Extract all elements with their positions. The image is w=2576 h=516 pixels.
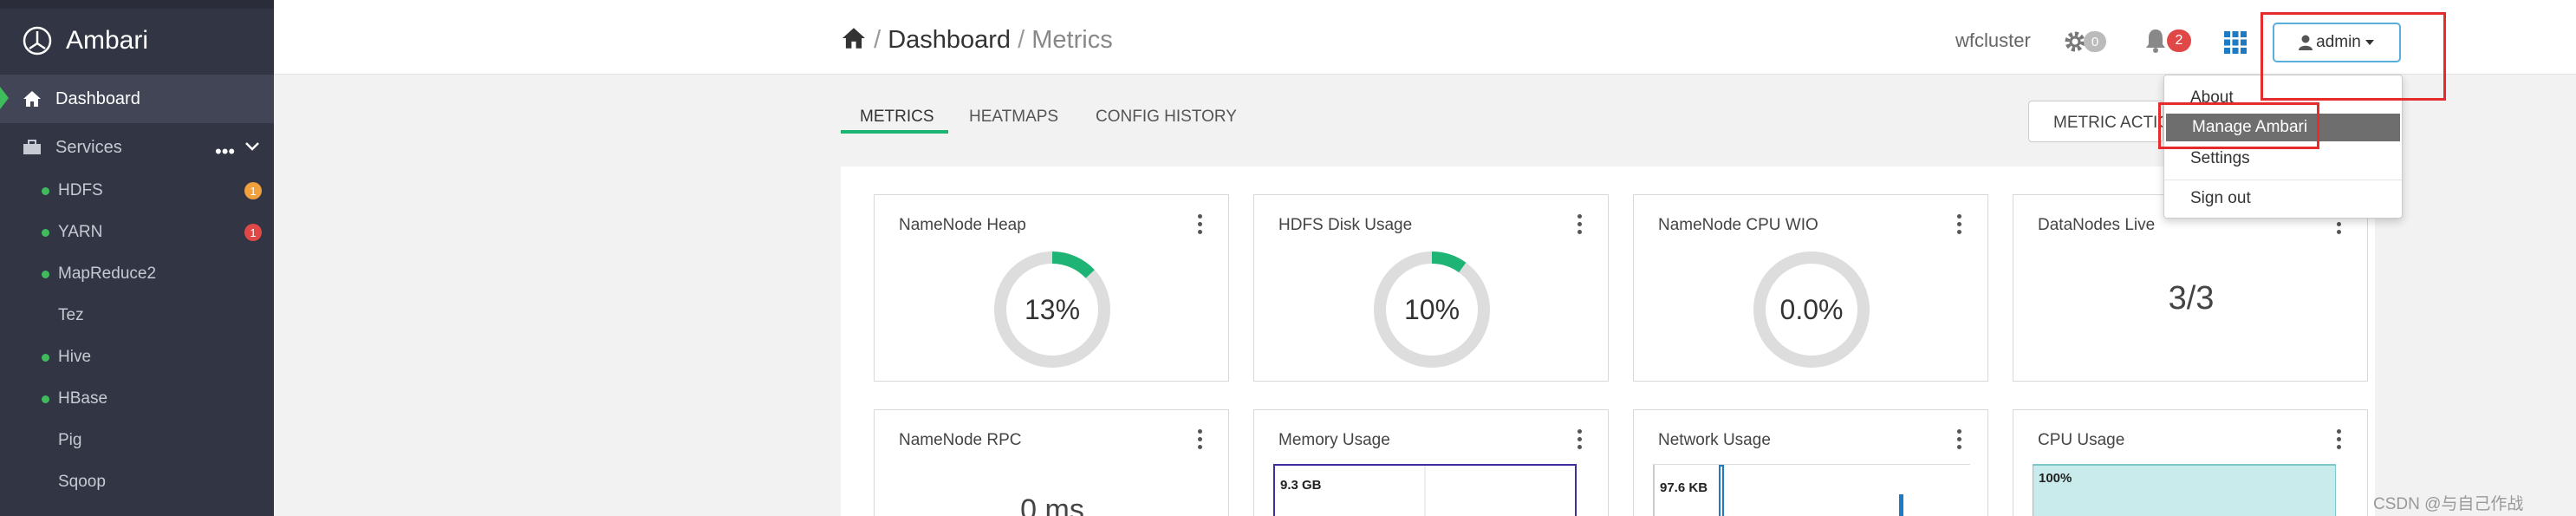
more-vertical-icon[interactable] [1577,429,1582,449]
memory-chart: 9.3 GB [1273,464,1577,516]
widget-title: NameNode RPC [899,431,1022,449]
service-name: Pig [58,431,82,449]
metric-actions-button[interactable]: METRIC ACTIO [2028,101,2163,142]
service-name: Tez [58,306,84,324]
ambari-logo-icon [23,26,52,56]
service-name: HBase [58,389,108,408]
widget-namenode-rpc[interactable]: NameNode RPC 0 ms [874,409,1229,516]
sidebar-service-item[interactable]: Sqoop [0,461,274,503]
status-dot-icon [42,270,49,278]
more-vertical-icon[interactable] [2337,429,2341,449]
widget-datanodes-live[interactable]: DataNodes Live 3/3 [2013,194,2368,382]
more-vertical-icon[interactable] [1957,214,1961,234]
widget-namenode-heap[interactable]: NameNode Heap 13% [874,194,1229,382]
watermark: CSDN @与自己作战 [2373,495,2524,513]
brand[interactable]: Ambari [23,26,148,56]
status-dot-icon [42,186,49,195]
widget-hdfs-disk-usage[interactable]: HDFS Disk Usage 10% [1253,194,1609,382]
more-vertical-icon[interactable] [1577,214,1582,234]
widget-title: NameNode Heap [899,216,1026,234]
brand-name: Ambari [66,26,149,55]
active-tab-underline [841,130,948,134]
alert-count-badge: 1 [244,224,262,241]
alert-count-badge: 1 [244,182,262,199]
service-name: MapReduce2 [58,265,157,283]
widget-value: 0 ms [1020,493,1084,516]
widget-title: Memory Usage [1278,431,1390,449]
widget-title: NameNode CPU WIO [1658,216,1818,234]
sidebar-service-item[interactable]: Tez [0,295,274,336]
sidebar-service-item[interactable]: Hive [0,336,274,378]
sidebar-service-item[interactable]: MapReduce2 [0,253,274,295]
breadcrumb-current: Metrics [1031,26,1113,54]
sidebar-item-label: Services [55,137,122,157]
tab-heatmaps[interactable]: HEATMAPS [969,108,1058,127]
widget-memory-usage[interactable]: Memory Usage 9.3 GB [1253,409,1609,516]
gauge-value: 13% [1024,294,1081,325]
more-vertical-icon[interactable] [1198,429,1202,449]
widget-value: 3/3 [2168,280,2215,317]
bell-icon[interactable] [2144,28,2167,58]
chart-bar [1899,494,1903,516]
gauge-value: 10% [1403,294,1460,325]
service-name: HDFS [58,181,103,199]
widget-title: CPU Usage [2038,431,2125,449]
ops-count-badge: 0 [2084,31,2106,52]
sidebar-service-item[interactable]: Pig [0,420,274,461]
breadcrumb-dashboard[interactable]: Dashboard [888,26,1011,54]
breadcrumb: / Dashboard / Metrics [841,26,1113,55]
cpu-chart: 100% [2033,464,2336,516]
more-vertical-icon[interactable] [1957,429,1961,449]
widget-network-usage[interactable]: Network Usage 97.6 KB [1633,409,1988,516]
widget-namenode-cpu-wio[interactable]: NameNode CPU WIO 0.0% [1633,194,1988,382]
widget-cpu-usage[interactable]: CPU Usage 100% [2013,409,2368,516]
service-name: Sqoop [58,473,106,491]
status-dot-icon [42,228,49,237]
widget-title: Network Usage [1658,431,1771,449]
annotation-box [2158,102,2319,149]
sidebar-item-services[interactable]: Services ••• [0,123,274,172]
annotation-box [2261,12,2446,101]
sidebar-service-item[interactable]: YARN 1 [0,212,274,253]
grid-icon[interactable] [2224,31,2247,58]
chart-axis-label: 9.3 GB [1280,478,1322,493]
more-icon[interactable]: ••• [215,142,235,161]
tab-config-history[interactable]: CONFIG HISTORY [1096,108,1237,127]
more-vertical-icon[interactable] [1198,214,1202,234]
briefcase-icon [23,140,42,155]
status-dot-icon [42,353,49,362]
alerts-count-badge: 2 [2167,29,2191,52]
widget-title: HDFS Disk Usage [1278,216,1413,234]
chart-axis-label: 100% [2039,471,2072,486]
sidebar-item-label: Dashboard [55,88,140,108]
chart-bar [1719,465,1724,516]
home-icon[interactable] [841,26,867,54]
active-indicator [0,87,9,109]
service-name: Hive [58,348,92,366]
tab-metrics[interactable]: METRICS [860,108,934,127]
widget-title: DataNodes Live [2038,216,2156,234]
chevron-down-icon[interactable] [244,137,260,157]
sidebar-item-dashboard[interactable]: Dashboard [0,75,274,123]
cluster-name: wfcluster [1955,29,2031,51]
sidebar-service-item[interactable]: HDFS 1 [0,170,274,212]
chart-axis-label: 97.6 KB [1660,480,1708,495]
network-chart: 97.6 KB [1653,464,1970,516]
menu-item-sign-out[interactable]: Sign out [2164,185,2402,212]
service-name: YARN [58,223,103,241]
home-icon [23,90,42,108]
sidebar-service-item[interactable]: HBase [0,378,274,420]
status-dot-icon [42,395,49,403]
gauge-value: 0.0% [1779,294,1844,325]
